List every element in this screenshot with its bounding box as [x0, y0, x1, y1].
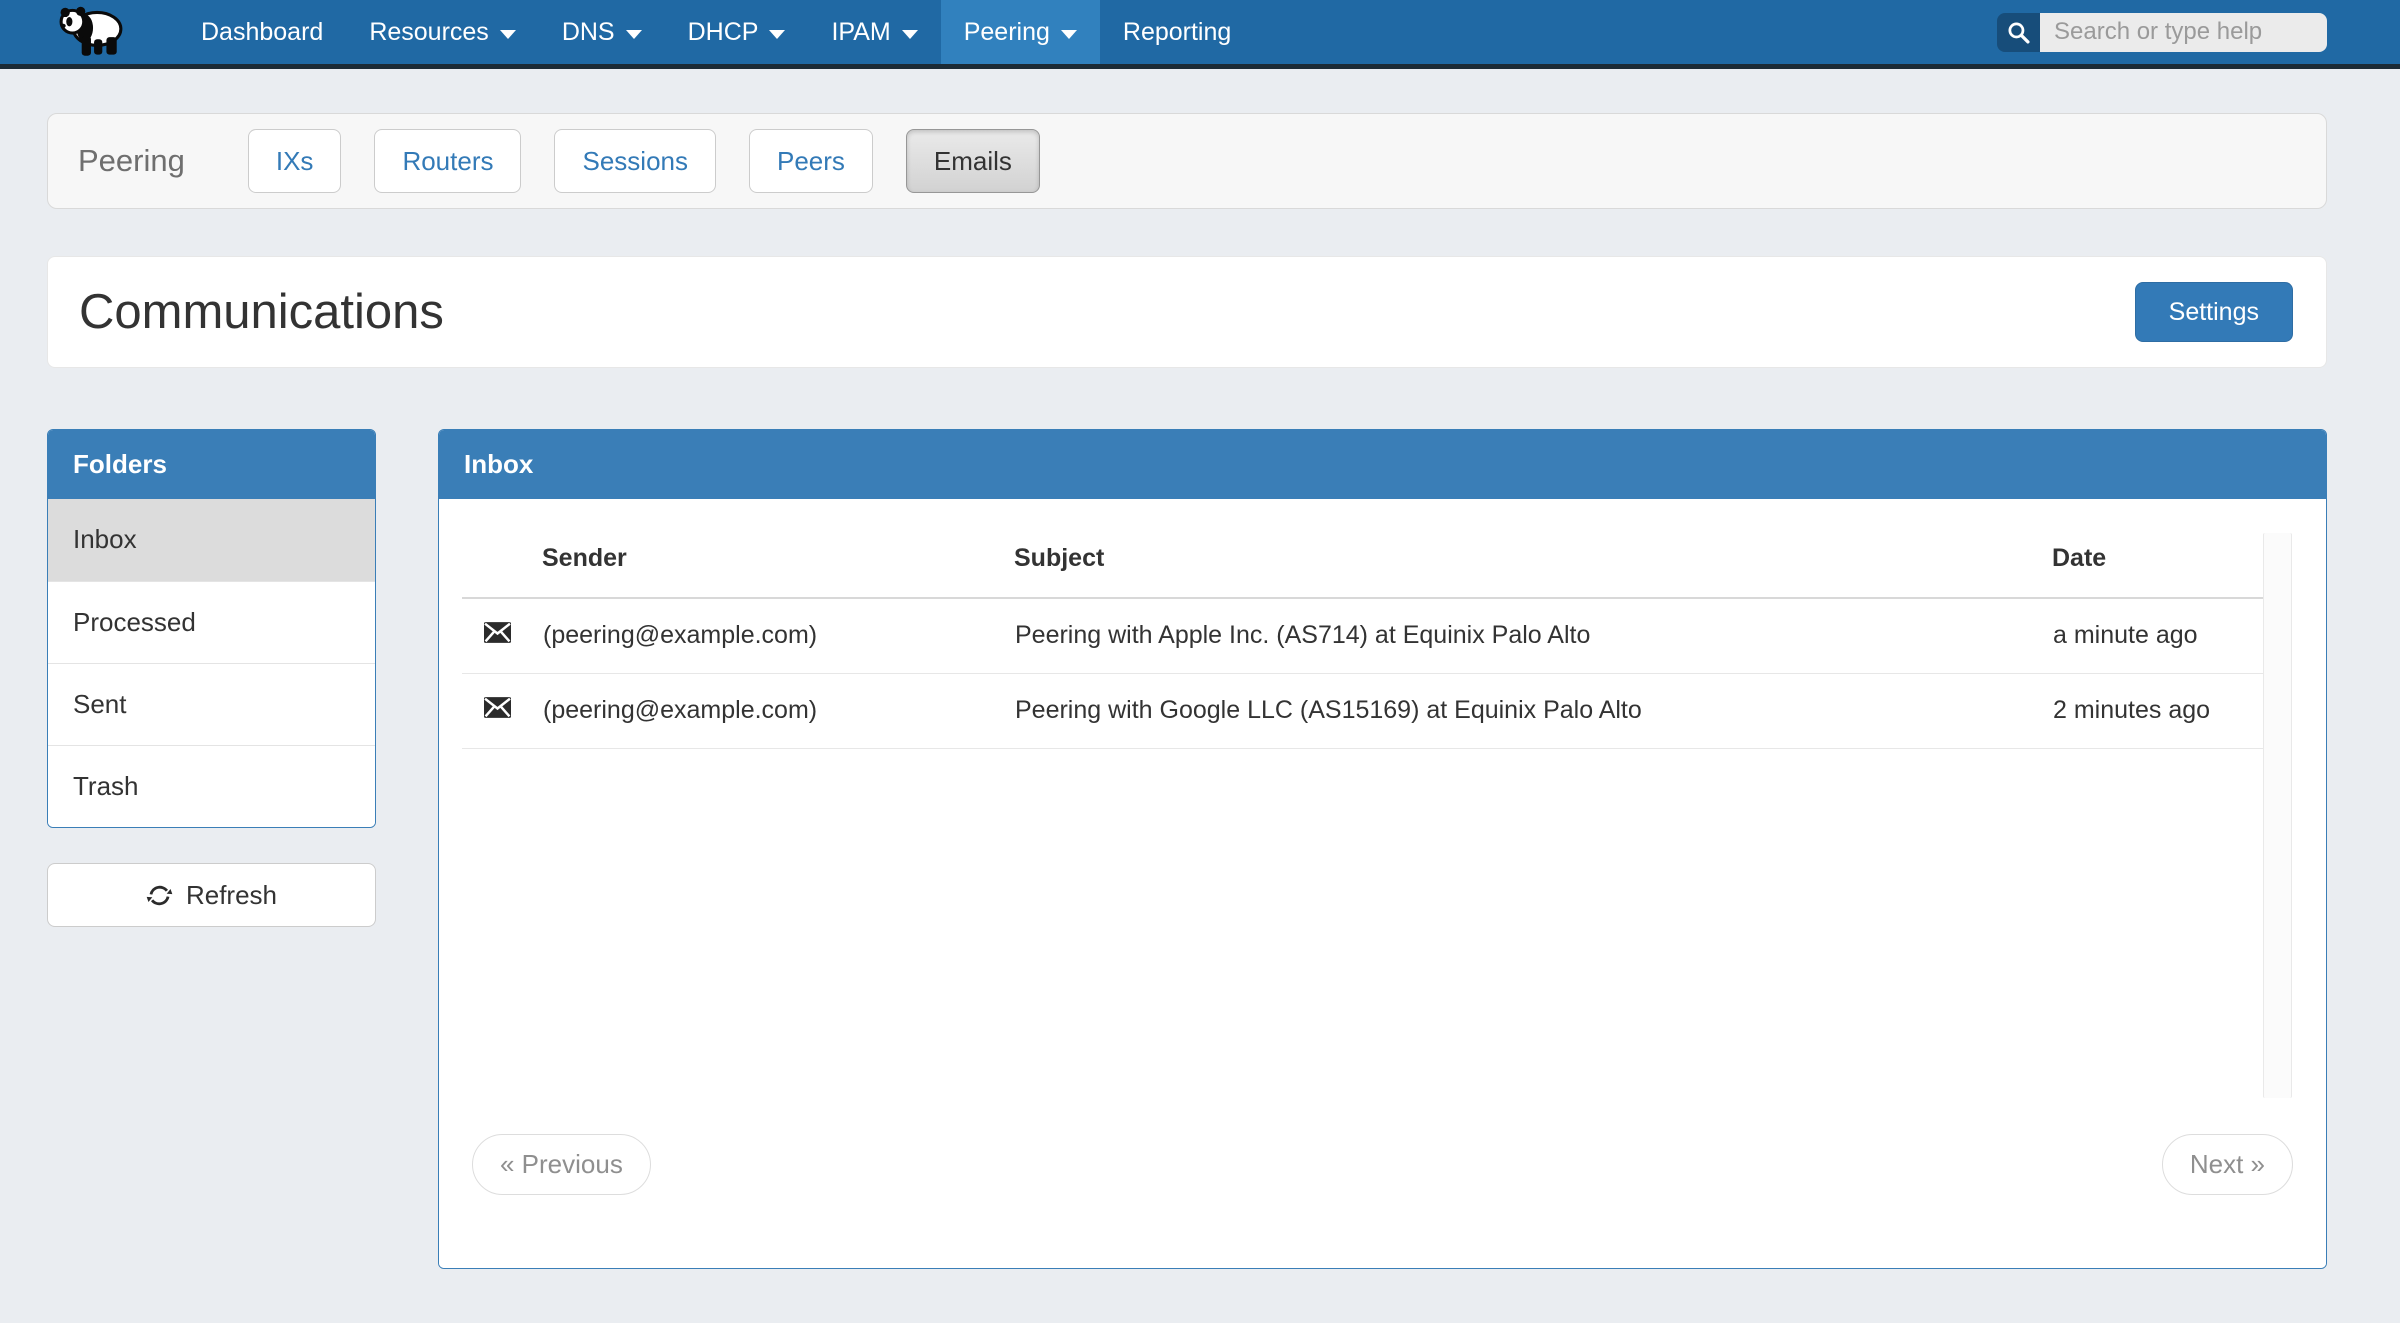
page-header-card: Communications Settings	[47, 256, 2327, 368]
mail-row[interactable]: (peering@example.com) Peering with Apple…	[462, 598, 2265, 673]
mail-row-date: 2 minutes ago	[2052, 673, 2265, 748]
subnav-button-peers[interactable]: Peers	[749, 129, 873, 193]
caret-down-icon	[500, 30, 516, 39]
column-header-sender: Sender	[542, 499, 1014, 598]
subnav-button-routers[interactable]: Routers	[374, 129, 521, 193]
inbox-body: Sender Subject Date	[439, 499, 2326, 1269]
mail-row-icon-cell	[462, 598, 542, 673]
mail-row-date: a minute ago	[2052, 598, 2265, 673]
mail-row-subject: Peering with Google LLC (AS15169) at Equ…	[1014, 673, 2052, 748]
mail-row-sender: (peering@example.com)	[542, 673, 1014, 748]
page-content: Peering IXs Routers Sessions Peers Email…	[47, 113, 2327, 1269]
nav-item-ipam[interactable]: IPAM	[808, 0, 940, 64]
global-search	[1997, 13, 2327, 52]
magnifier-icon	[2006, 20, 2031, 45]
refresh-button[interactable]: Refresh	[47, 863, 376, 927]
nav-item-dashboard[interactable]: Dashboard	[178, 0, 346, 64]
folders-panel: Folders Inbox Processed Sent Trash	[47, 429, 376, 828]
column-header-icon	[462, 499, 542, 598]
mail-row-sender: (peering@example.com)	[542, 598, 1014, 673]
nav-item-resources[interactable]: Resources	[346, 0, 539, 64]
caret-down-icon	[769, 30, 785, 39]
nav-item-reporting[interactable]: Reporting	[1100, 0, 1254, 64]
nav-label: DNS	[562, 18, 615, 47]
caret-down-icon	[902, 30, 918, 39]
nav-label: Reporting	[1123, 18, 1231, 47]
refresh-button-label: Refresh	[186, 880, 277, 911]
nav-menu: Dashboard Resources DNS DHCP IPAM Peerin…	[178, 0, 1254, 64]
top-navbar: Dashboard Resources DNS DHCP IPAM Peerin…	[0, 0, 2400, 69]
settings-button[interactable]: Settings	[2135, 282, 2293, 342]
mail-row-icon-cell	[462, 673, 542, 748]
search-button[interactable]	[1997, 13, 2040, 52]
main-row: Folders Inbox Processed Sent Trash Refre…	[47, 429, 2327, 1269]
nav-label: Peering	[964, 18, 1050, 47]
nav-label: DHCP	[688, 18, 759, 47]
nav-item-dhcp[interactable]: DHCP	[665, 0, 809, 64]
previous-page-button[interactable]: « Previous	[472, 1134, 651, 1195]
nav-label: IPAM	[831, 18, 890, 47]
column-header-date: Date	[2052, 499, 2265, 598]
search-input[interactable]	[2040, 13, 2327, 52]
envelope-icon	[484, 622, 511, 643]
mail-row[interactable]: (peering@example.com) Peering with Googl…	[462, 673, 2265, 748]
refresh-arrows-icon	[146, 882, 173, 909]
mail-table-header-row: Sender Subject Date	[462, 499, 2265, 598]
inbox-panel: Inbox Sender Subject Date	[438, 429, 2327, 1269]
folders-column: Folders Inbox Processed Sent Trash Refre…	[47, 429, 376, 927]
page-title: Communications	[79, 284, 444, 340]
caret-down-icon	[626, 30, 642, 39]
mail-table: Sender Subject Date	[462, 499, 2265, 749]
nav-label: Resources	[369, 18, 489, 47]
subnav-title: Peering	[78, 143, 185, 179]
subnav-button-sessions[interactable]: Sessions	[554, 129, 716, 193]
folder-item-trash[interactable]: Trash	[48, 745, 375, 827]
folder-item-processed[interactable]: Processed	[48, 581, 375, 663]
nav-label: Dashboard	[201, 18, 323, 47]
caret-down-icon	[1061, 30, 1077, 39]
table-scrollbar[interactable]	[2263, 533, 2292, 1098]
column-header-subject: Subject	[1014, 499, 2052, 598]
nav-item-peering[interactable]: Peering	[941, 0, 1100, 64]
next-page-button[interactable]: Next »	[2162, 1134, 2293, 1195]
subnav-button-emails[interactable]: Emails	[906, 129, 1040, 193]
folder-item-sent[interactable]: Sent	[48, 663, 375, 745]
mail-row-subject: Peering with Apple Inc. (AS714) at Equin…	[1014, 598, 2052, 673]
peering-subnav: Peering IXs Routers Sessions Peers Email…	[47, 113, 2327, 209]
nav-item-dns[interactable]: DNS	[539, 0, 665, 64]
panda-logo-icon[interactable]	[58, 4, 126, 60]
folders-panel-heading: Folders	[48, 430, 375, 499]
inbox-panel-heading: Inbox	[439, 430, 2326, 499]
subnav-button-ixs[interactable]: IXs	[248, 129, 342, 193]
envelope-icon	[484, 697, 511, 718]
folder-list: Inbox Processed Sent Trash	[48, 499, 375, 827]
folder-item-inbox[interactable]: Inbox	[48, 499, 375, 581]
